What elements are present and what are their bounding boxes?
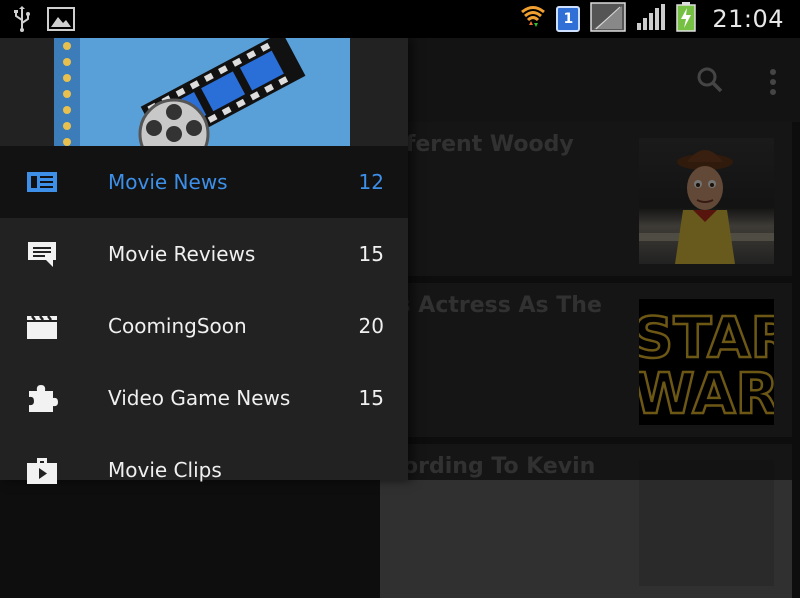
news-icon xyxy=(26,167,58,197)
overflow-menu-icon[interactable] xyxy=(769,69,777,99)
clock: 21:04 xyxy=(712,5,784,33)
drawer-menu: Movie News 12 Movie Reviews 15 CoomingSo… xyxy=(0,146,408,506)
notification-count-badge: 1 xyxy=(556,6,581,32)
clapperboard-icon xyxy=(26,311,58,341)
drawer-item-movie-news[interactable]: Movie News 12 xyxy=(0,146,408,218)
news-card[interactable]: is Actress As The STAR WARS xyxy=(380,283,792,437)
drawer-item-cooming-soon[interactable]: CoomingSoon 20 xyxy=(0,290,408,362)
briefcase-icon xyxy=(26,455,58,485)
movie-folder-logo xyxy=(54,38,350,146)
puzzle-icon xyxy=(26,383,58,413)
drawer-item-count: 15 xyxy=(358,386,384,410)
drawer-item-count: 15 xyxy=(358,242,384,266)
news-card-title: ifferent Woody xyxy=(390,132,574,157)
wifi-icon xyxy=(520,3,546,35)
drawer-header xyxy=(0,38,408,146)
navigation-drawer: Movie News 12 Movie Reviews 15 CoomingSo… xyxy=(0,38,408,484)
drawer-item-label: Video Game News xyxy=(108,386,291,410)
comment-icon xyxy=(26,239,58,269)
news-thumbnail xyxy=(639,138,774,264)
svg-text:WARS: WARS xyxy=(639,362,774,425)
news-card[interactable]: cording To Kevin xyxy=(380,444,792,598)
drawer-item-label: CoomingSoon xyxy=(108,314,247,338)
battery-charging-icon xyxy=(676,2,697,36)
drawer-item-count: 20 xyxy=(358,314,384,338)
drawer-item-movie-reviews[interactable]: Movie Reviews 15 xyxy=(0,218,408,290)
drawer-item-count: 12 xyxy=(358,170,384,194)
drawer-item-label: Movie Clips xyxy=(108,458,222,482)
image-icon xyxy=(46,6,76,36)
search-icon[interactable] xyxy=(696,66,724,98)
drawer-item-video-game-news[interactable]: Video Game News 15 xyxy=(0,362,408,434)
usb-icon xyxy=(12,6,32,36)
signal-icon xyxy=(590,2,627,36)
news-card-title: is Actress As The xyxy=(390,293,602,318)
news-thumbnail xyxy=(639,460,774,586)
drawer-item-label: Movie News xyxy=(108,170,228,194)
news-thumbnail: STAR WARS xyxy=(639,299,774,425)
signal-strength-icon xyxy=(636,3,666,35)
news-card-title: cording To Kevin xyxy=(390,454,596,479)
status-bar: 1 21:04 xyxy=(0,0,800,38)
drawer-item-label: Movie Reviews xyxy=(108,242,256,266)
news-card[interactable]: ifferent Woody xyxy=(380,122,792,276)
drawer-item-movie-clips[interactable]: Movie Clips xyxy=(0,434,408,506)
